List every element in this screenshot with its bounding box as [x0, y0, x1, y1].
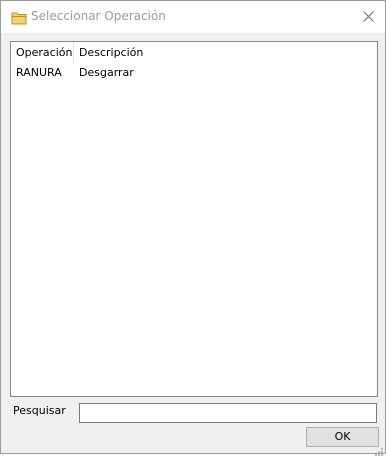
- list-header: Operación Descripción: [11, 42, 377, 64]
- ok-button[interactable]: OK: [306, 427, 379, 447]
- cell-operacion: RANURA: [16, 66, 62, 79]
- resize-grip-icon[interactable]: [374, 442, 384, 456]
- list-item[interactable]: RANURA Desgarrar: [11, 64, 377, 82]
- operations-list[interactable]: Operación Descripción RANURA Desgarrar: [10, 41, 378, 397]
- title-bar[interactable]: Seleccionar Operación: [1, 1, 385, 33]
- cell-descripcion: Desgarrar: [79, 66, 134, 79]
- column-header-descripcion[interactable]: Descripción: [74, 42, 194, 64]
- folder-icon: [11, 10, 27, 25]
- dialog-window: Seleccionar Operación Operación Descripc…: [0, 0, 386, 456]
- search-label: Pesquisar: [13, 404, 66, 417]
- close-button[interactable]: [353, 2, 383, 32]
- search-input[interactable]: [79, 403, 377, 423]
- window-title: Seleccionar Operación: [31, 9, 166, 23]
- column-header-operacion[interactable]: Operación: [11, 42, 73, 64]
- close-icon: [363, 11, 374, 22]
